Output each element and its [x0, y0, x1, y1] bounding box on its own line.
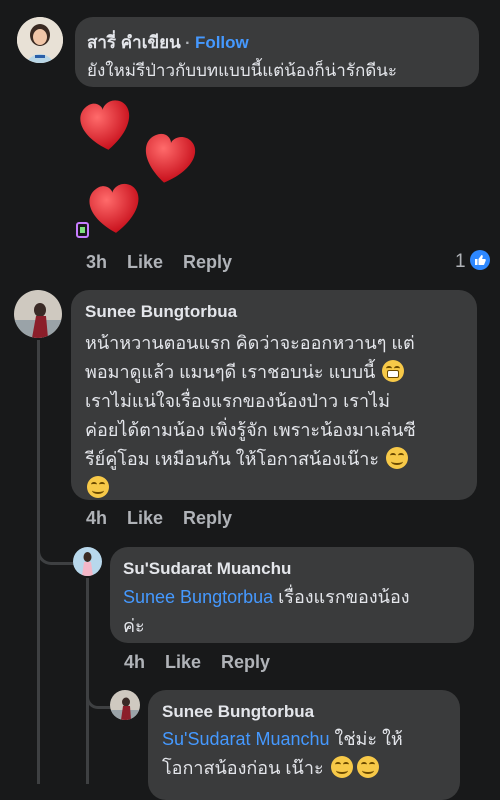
reaction-count-text: 1: [455, 251, 466, 272]
comment-actions: 4h Like Reply: [86, 508, 252, 529]
avatar[interactable]: [110, 690, 140, 720]
comment-line: พอมาดูแล้ว แมนๆดี เราชอบน่ะ แบบนี้: [85, 362, 376, 382]
comment-line: หน้าหวานตอนแรก คิดว่าจะออกหวานๆ แต่: [85, 333, 415, 353]
heart-icon: [80, 100, 195, 233]
reply-author[interactable]: Sunee Bungtorbua: [162, 702, 314, 722]
smiling-face-emoji: [87, 476, 109, 498]
thread-line-main: [37, 340, 40, 784]
reply-button[interactable]: Reply: [183, 508, 232, 528]
heart-sticker[interactable]: [74, 95, 204, 235]
reply-text: Su'Sudarat Muanchu ใช่ม่ะ ให้ โอกาสน้องก…: [162, 725, 462, 783]
comment-bubble[interactable]: Sunee Bungtorbua หน้าหวานตอนแรก คิดว่าจะ…: [71, 290, 477, 500]
mention-link[interactable]: Su'Sudarat Muanchu: [162, 729, 330, 749]
reply-actions: 4h Like Reply: [124, 652, 290, 673]
separator: ·: [180, 35, 195, 52]
timestamp[interactable]: 3h: [86, 252, 107, 272]
reply-text: Sunee Bungtorbua เรื่องแรกของน้อง ค่ะ: [123, 583, 468, 641]
reply-text-part: ใช่ม่ะ ให้: [329, 729, 403, 749]
reply-text-part: เรื่องแรกของน้อง: [273, 587, 410, 607]
timestamp[interactable]: 4h: [86, 508, 107, 528]
timestamp[interactable]: 4h: [124, 652, 145, 672]
reply-button[interactable]: Reply: [183, 252, 232, 272]
reply-text-part: ค่ะ: [123, 616, 145, 636]
like-button[interactable]: Like: [165, 652, 201, 672]
like-button[interactable]: Like: [127, 508, 163, 528]
avatar-photo: [73, 547, 102, 576]
avatar-photo: [17, 17, 63, 63]
avatar-photo: [110, 690, 140, 720]
smiling-face-emoji: [356, 756, 379, 778]
comment-author[interactable]: Sunee Bungtorbua: [85, 302, 237, 322]
comment-line: เราไม่แน่ใจเรื่องแรกของน้องป่าว เราไม่: [85, 391, 390, 411]
reply-author[interactable]: Su'Sudarat Muanchu: [123, 559, 291, 579]
follow-button[interactable]: Follow: [195, 33, 249, 52]
thread-line-curve-2: [86, 670, 113, 709]
comment-bubble[interactable]: สารี่ คำเขียน · Follow ยังใหม่รีป่าวกับบ…: [75, 17, 479, 87]
avatar-photo: [14, 290, 62, 338]
comment-author[interactable]: สารี่ คำเขียน: [87, 33, 181, 52]
reply-bubble[interactable]: Su'Sudarat Muanchu Sunee Bungtorbua เรื่…: [110, 547, 474, 643]
avatar[interactable]: [14, 290, 62, 338]
mention-link[interactable]: Sunee Bungtorbua: [123, 587, 273, 607]
reply-button[interactable]: Reply: [221, 652, 270, 672]
avatar[interactable]: [17, 17, 63, 63]
grimacing-face-emoji: [382, 360, 405, 382]
thread-line-curve-1: [37, 520, 74, 565]
comment-text: ยังใหม่รีป่าวกับบทแบบนี้แต่น้องก็น่ารักด…: [87, 61, 398, 80]
thumbs-up-icon: [470, 250, 491, 270]
reply-text-part: โอกาสน้องก่อน เน๊าะ: [162, 758, 324, 778]
avatar[interactable]: [73, 547, 102, 576]
reaction-count[interactable]: 1: [455, 250, 491, 273]
like-button[interactable]: Like: [127, 252, 163, 272]
smiling-face-emoji: [330, 756, 353, 778]
comment-line: ค่อยได้ตามน้อง เพิ่งรู้จัก เพราะน้องมาเล…: [85, 420, 416, 440]
comment-text: หน้าหวานตอนแรก คิดว่าจะออกหวานๆ แต่ พอมา…: [85, 329, 475, 503]
comment-line: รีย์คู่โอม เหมือนกัน ให้โอกาสน้องเน๊าะ: [85, 449, 380, 469]
sticker-icon: [75, 222, 91, 238]
smiling-face-emoji: [386, 447, 409, 469]
comment-actions: 3h Like Reply: [86, 252, 252, 273]
